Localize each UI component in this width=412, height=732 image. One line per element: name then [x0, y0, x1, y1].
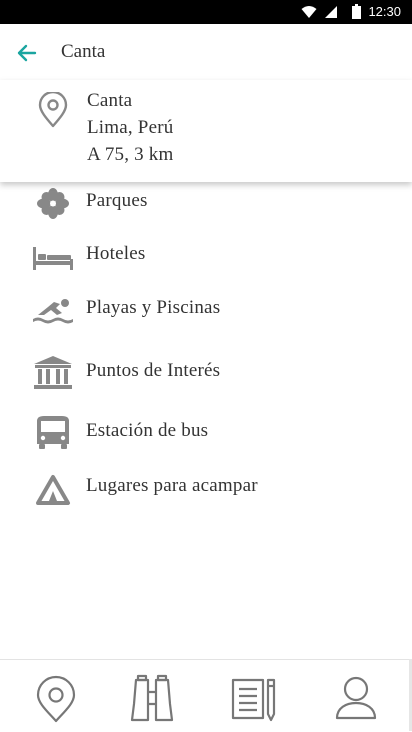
category-label: Puntos de Interés: [86, 360, 221, 381]
category-item-parques[interactable]: Parques: [0, 182, 412, 222]
category-item-acampar[interactable]: Lugares para acampar: [0, 467, 412, 507]
map-pin-icon: [38, 92, 68, 128]
category-label: Lugares para acampar: [86, 475, 258, 496]
binoculars-icon[interactable]: [128, 674, 176, 724]
category-item-puntos-interes[interactable]: Puntos de Interés: [0, 352, 412, 392]
location-card[interactable]: Canta Lima, Perú A 75, 3 km: [0, 80, 412, 182]
map-pin-nav-icon[interactable]: [32, 674, 80, 724]
category-label: Parques: [86, 190, 148, 211]
back-arrow-icon[interactable]: [14, 40, 40, 66]
bed-icon: [33, 247, 73, 270]
landmark-icon: [34, 356, 72, 389]
location-distance: A 75, 3 km: [87, 144, 174, 165]
tent-icon: [36, 475, 70, 505]
app-bar: Canta: [0, 24, 412, 80]
category-item-hoteles[interactable]: Hoteles: [0, 235, 412, 275]
battery-icon: [352, 4, 361, 19]
bottom-nav: [0, 659, 412, 732]
status-time: 12:30: [368, 4, 401, 19]
notes-icon[interactable]: [230, 674, 278, 724]
category-item-playas[interactable]: Playas y Piscinas: [0, 289, 412, 329]
page-title: Canta: [61, 41, 106, 62]
swimmer-icon: [33, 299, 73, 324]
status-bar: 12:30: [0, 0, 412, 24]
bus-icon: [37, 416, 69, 449]
category-label: Estación de bus: [86, 420, 209, 441]
category-item-estacion-bus[interactable]: Estación de bus: [0, 412, 412, 452]
flower-icon: [37, 188, 69, 219]
category-label: Hoteles: [86, 243, 146, 264]
category-label: Playas y Piscinas: [86, 297, 221, 318]
signal-icon: [325, 6, 337, 18]
user-icon[interactable]: [332, 674, 380, 724]
location-name: Canta: [87, 90, 133, 111]
location-region: Lima, Perú: [87, 117, 174, 138]
wifi-icon: [301, 6, 317, 18]
